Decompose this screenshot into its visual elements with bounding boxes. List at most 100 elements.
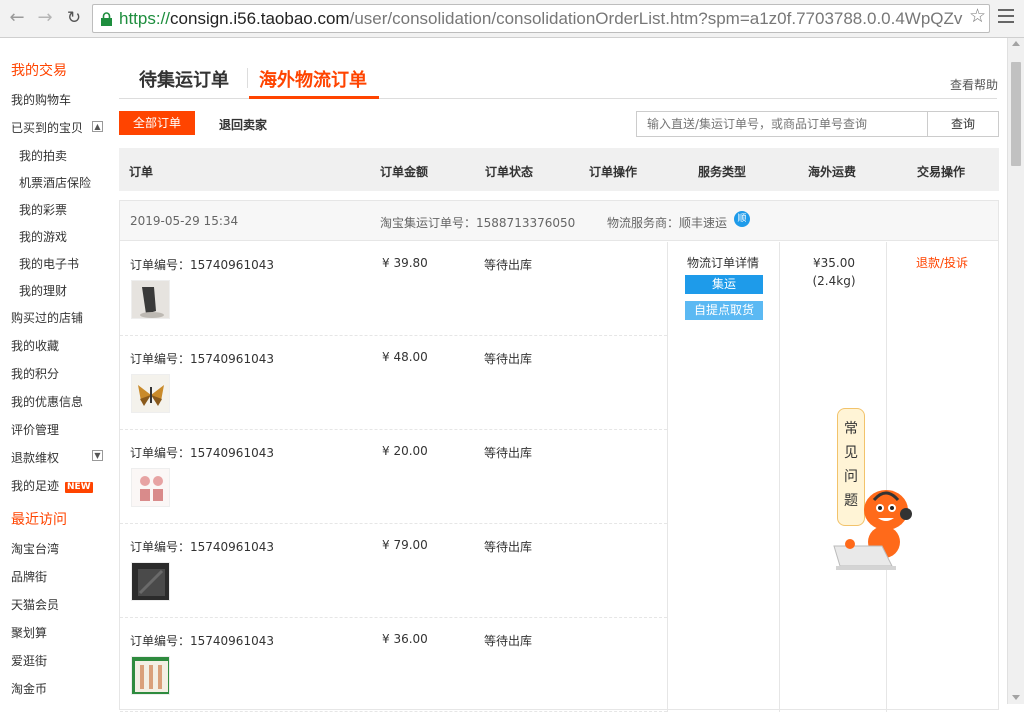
order-amount: ¥ 20.00 bbox=[382, 444, 428, 458]
th-order: 订单 bbox=[129, 165, 154, 179]
self-pickup-button[interactable]: 自提点取货 bbox=[685, 301, 763, 320]
tab-divider bbox=[247, 68, 248, 88]
table-row: 订单编号：15740961043 ¥ 39.80 等待出库 bbox=[120, 242, 667, 336]
th-trade-op: 交易操作 bbox=[917, 165, 966, 179]
sidebar-item-cart[interactable]: 我的购物车 bbox=[11, 91, 71, 108]
consolidation-label: 淘宝集运订单号： bbox=[380, 216, 477, 230]
fee-amount: ¥35.00 bbox=[813, 256, 855, 270]
url-text: https://consign.i56.taobao.com/user/cons… bbox=[119, 9, 962, 29]
url-path: /user/consolidation/consolidationOrderLi… bbox=[349, 9, 963, 28]
sidebar-item-travel[interactable]: 机票酒店保险 bbox=[19, 174, 91, 191]
search-button[interactable]: 查询 bbox=[927, 111, 999, 137]
scroll-up-arrow-icon[interactable] bbox=[1012, 41, 1020, 46]
order-amount: ¥ 36.00 bbox=[382, 632, 428, 646]
sidebar-item-bought[interactable]: 已买到的宝贝 bbox=[11, 119, 83, 136]
new-badge: NEW bbox=[65, 482, 93, 493]
sidebar-item-reviews[interactable]: 评价管理 bbox=[11, 421, 59, 438]
table-row: 订单编号：15740961043 ¥ 79.00 等待出库 bbox=[120, 524, 667, 618]
product-thumbnail[interactable] bbox=[131, 280, 170, 319]
sidebar-recent-taojinbi[interactable]: 淘金币 bbox=[11, 680, 47, 697]
scroll-down-arrow-icon[interactable] bbox=[1012, 695, 1020, 700]
sidebar-recent-brand[interactable]: 品牌街 bbox=[11, 568, 47, 585]
returned-to-seller-button[interactable]: 退回卖家 bbox=[219, 116, 267, 133]
consolidation-number: 淘宝集运订单号：1588713376050 bbox=[380, 214, 575, 231]
column-divider bbox=[779, 242, 780, 712]
logistics-provider: 物流服务商：顺丰速运 bbox=[607, 216, 728, 230]
th-fee: 海外运费 bbox=[808, 165, 857, 179]
th-service: 服务类型 bbox=[698, 165, 747, 179]
th-operation: 订单操作 bbox=[589, 165, 638, 179]
bookmark-star-icon[interactable]: ☆ bbox=[969, 5, 986, 27]
help-link[interactable]: 查看帮助 bbox=[950, 76, 998, 93]
sidebar-item-footprint-label: 我的足迹 bbox=[11, 479, 60, 493]
sidebar: 我的交易 我的购物车 已买到的宝贝 ▲ 我的拍卖 机票酒店保险 我的彩票 我的游… bbox=[0, 38, 112, 704]
address-bar[interactable]: https://consign.i56.taobao.com/user/cons… bbox=[92, 4, 990, 33]
refund-complaint-link[interactable]: 退款/投诉 bbox=[916, 254, 968, 271]
order-status: 等待出库 bbox=[484, 634, 533, 648]
order-number: 订单编号：15740961043 bbox=[130, 634, 274, 648]
sidebar-item-finance[interactable]: 我的理财 bbox=[19, 282, 67, 299]
sidebar-item-coupons[interactable]: 我的优惠信息 bbox=[11, 393, 83, 410]
order-amount: ¥ 79.00 bbox=[382, 538, 428, 552]
th-status: 订单状态 bbox=[485, 165, 534, 179]
sidebar-item-lottery[interactable]: 我的彩票 bbox=[19, 201, 67, 218]
sidebar-item-ebooks[interactable]: 我的电子书 bbox=[19, 255, 79, 272]
sidebar-item-auction[interactable]: 我的拍卖 bbox=[19, 147, 67, 164]
order-card: 2019-05-29 15:34 淘宝集运订单号：1588713376050 物… bbox=[119, 200, 999, 712]
table-row: 订单编号：15740961043 ¥ 20.00 等待出库 bbox=[120, 430, 667, 524]
reload-icon[interactable]: ↻ bbox=[63, 7, 85, 29]
tab-overseas-logistics[interactable]: 海外物流订单 bbox=[259, 66, 367, 92]
scroll-thumb[interactable] bbox=[1011, 62, 1021, 166]
order-status: 等待出库 bbox=[484, 446, 533, 460]
sidebar-item-refunds[interactable]: 退款维权 bbox=[11, 449, 59, 466]
sidebar-section-my-trades: 我的交易 bbox=[11, 63, 67, 79]
order-status: 等待出库 bbox=[484, 352, 533, 366]
sf-express-icon[interactable]: 顺 bbox=[734, 211, 750, 227]
fee-weight: (2.4kg) bbox=[812, 274, 856, 288]
order-number: 订单编号：15740961043 bbox=[130, 258, 274, 272]
forward-arrow-icon[interactable]: → bbox=[34, 7, 56, 29]
sidebar-recent-taiwan[interactable]: 淘宝台湾 bbox=[11, 540, 59, 557]
th-amount: 订单金额 bbox=[380, 165, 429, 179]
collapse-icon[interactable]: ▲ bbox=[92, 121, 103, 132]
sidebar-item-favorites[interactable]: 我的收藏 bbox=[11, 337, 59, 354]
lock-icon bbox=[101, 12, 112, 26]
expand-icon[interactable]: ▼ bbox=[92, 450, 103, 461]
table-row: 订单编号：15740961043 ¥ 48.00 等待出库 bbox=[120, 336, 667, 430]
sidebar-item-footprint[interactable]: 我的足迹 NEW bbox=[11, 477, 93, 494]
sidebar-recent-aiguangjie[interactable]: 爱逛街 bbox=[11, 652, 47, 669]
consolidation-value: 1588713376050 bbox=[476, 216, 576, 230]
order-status: 等待出库 bbox=[484, 540, 533, 554]
tab-pending-consolidation[interactable]: 待集运订单 bbox=[139, 66, 229, 92]
sidebar-item-games[interactable]: 我的游戏 bbox=[19, 228, 67, 245]
mascot-icon[interactable] bbox=[826, 480, 916, 576]
faq-char: 常 bbox=[844, 421, 858, 437]
column-divider bbox=[667, 242, 668, 712]
all-orders-button[interactable]: 全部订单 bbox=[119, 111, 195, 135]
order-number: 订单编号：15740961043 bbox=[130, 446, 274, 460]
menu-icon[interactable] bbox=[998, 9, 1014, 25]
logistics-detail-link[interactable]: 物流订单详情 bbox=[687, 254, 759, 271]
sidebar-recent-tmall-member[interactable]: 天猫会员 bbox=[11, 596, 59, 613]
product-thumbnail[interactable] bbox=[131, 374, 170, 413]
tab-active-indicator bbox=[249, 96, 379, 99]
order-status: 等待出库 bbox=[484, 258, 533, 272]
order-number: 订单编号：15740961043 bbox=[130, 540, 274, 554]
back-arrow-icon[interactable]: ← bbox=[6, 7, 28, 29]
faq-char: 见 bbox=[844, 445, 858, 461]
sidebar-item-shops[interactable]: 购买过的店铺 bbox=[11, 309, 83, 326]
sidebar-item-points[interactable]: 我的积分 bbox=[11, 365, 59, 382]
order-search-input[interactable] bbox=[636, 111, 928, 137]
url-scheme: https:// bbox=[119, 9, 171, 28]
consolidation-service-button[interactable]: 集运 bbox=[685, 275, 763, 294]
order-number: 订单编号：15740961043 bbox=[130, 352, 274, 366]
table-row: 订单编号：15740961043 ¥ 36.00 等待出库 bbox=[120, 618, 667, 712]
overseas-fee: ¥35.00 (2.4kg) bbox=[790, 254, 878, 290]
order-amount: ¥ 39.80 bbox=[382, 256, 428, 270]
product-thumbnail[interactable] bbox=[131, 562, 170, 601]
sidebar-recent-juhuasuan[interactable]: 聚划算 bbox=[11, 624, 47, 641]
product-thumbnail[interactable] bbox=[131, 468, 170, 507]
browser-toolbar: ← → ↻ https://consign.i56.taobao.com/use… bbox=[0, 0, 1024, 38]
scrollbar[interactable] bbox=[1007, 38, 1024, 704]
product-thumbnail[interactable] bbox=[131, 656, 170, 695]
